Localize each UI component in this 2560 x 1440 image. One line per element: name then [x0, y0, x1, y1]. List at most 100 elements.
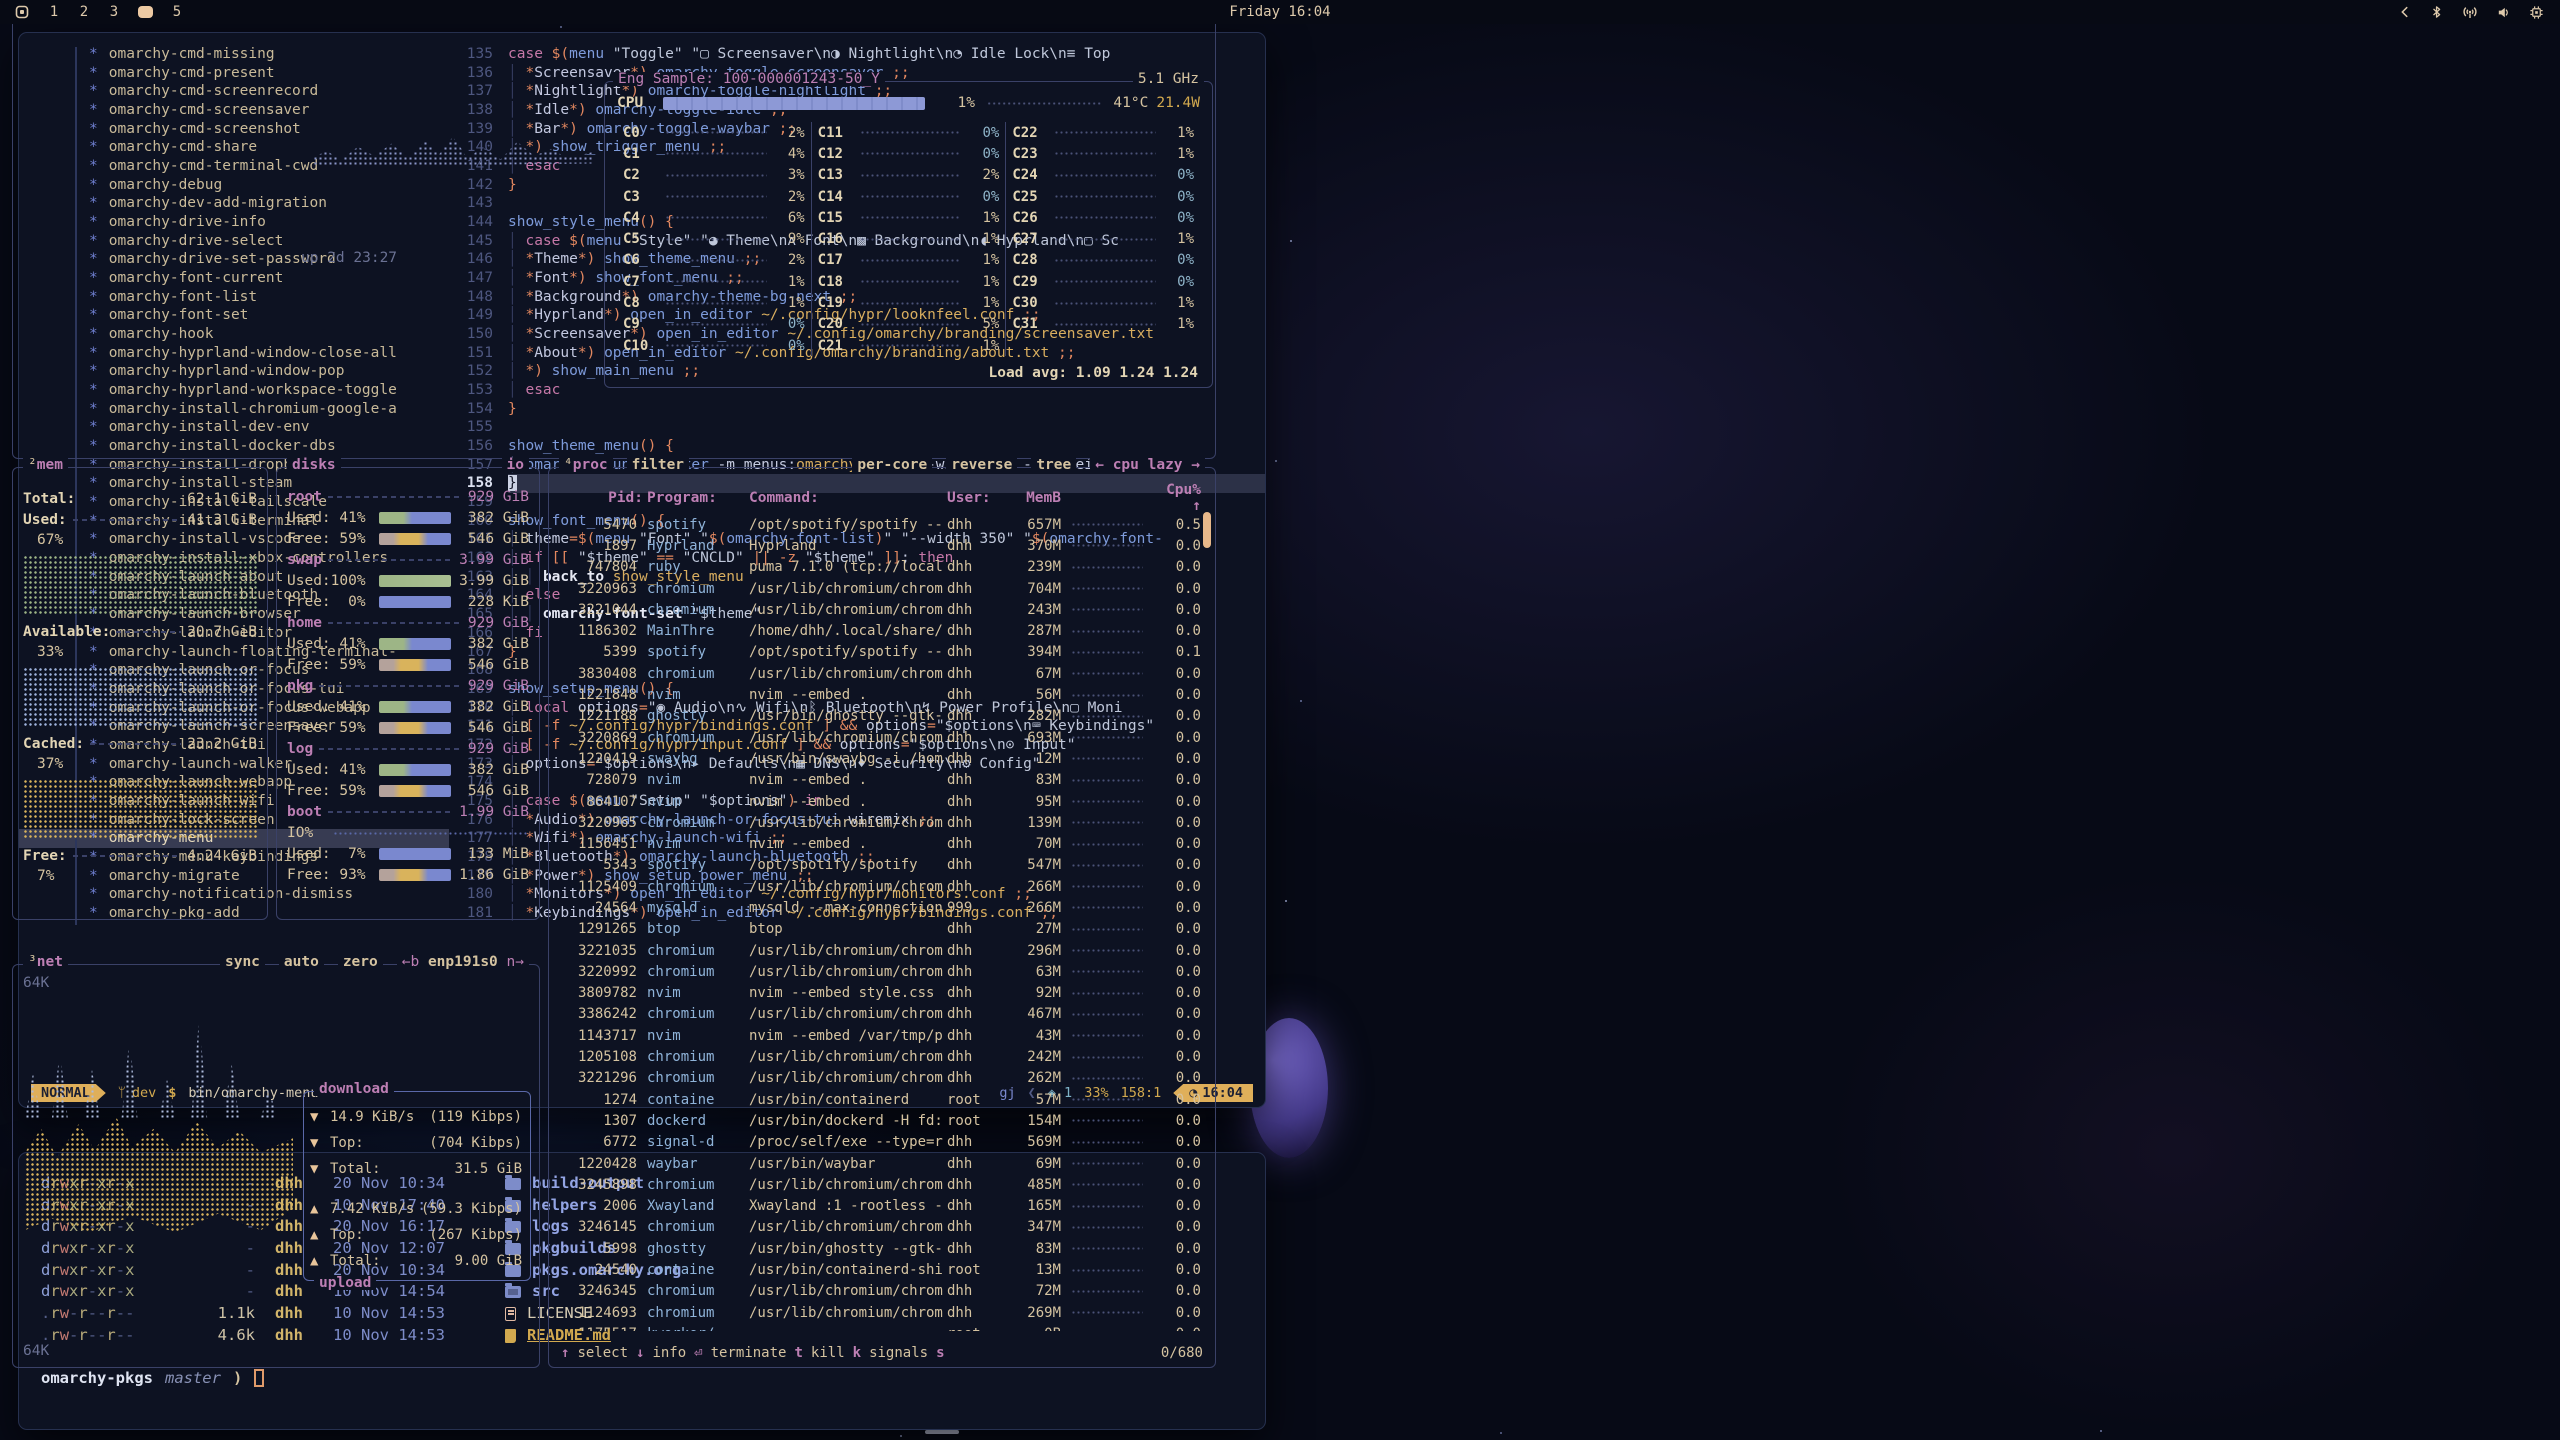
disk-stat-row: Used: 7%133 MiB: [287, 843, 529, 864]
process-row[interactable]: 1125409chromium/usr/lib/chromium/chromdh…: [553, 876, 1201, 897]
process-row[interactable]: 5470spotify/opt/spotify/spotify --dhh657…: [553, 514, 1201, 535]
process-row[interactable]: 3246345chromium/usr/lib/chromium/chromdh…: [553, 1281, 1201, 1302]
process-row[interactable]: 3220963chromium/usr/lib/chromium/chromdh…: [553, 578, 1201, 599]
process-pid: 1221188: [559, 708, 643, 724]
proc-tree-toggle[interactable]: tree: [1031, 458, 1076, 472]
process-row[interactable]: 3245898chromium/usr/lib/chromium/chromdh…: [553, 1174, 1201, 1195]
process-row[interactable]: 3246145chromium/usr/lib/chromium/chromdh…: [553, 1217, 1201, 1238]
disk-stat-value: 546 GiB: [457, 783, 529, 799]
core-graph: [1054, 258, 1156, 263]
process-command: /usr/lib/chromium/chrom: [749, 1219, 947, 1235]
process-table[interactable]: 5470spotify/opt/spotify/spotify --dhh657…: [553, 514, 1201, 1331]
process-scrollbar-thumb[interactable]: [1203, 512, 1211, 548]
process-row[interactable]: 2006XwaylandXwayland :1 -rootless -dhh16…: [553, 1196, 1201, 1217]
process-row[interactable]: 3220965chromium/usr/lib/chromium/chromdh…: [553, 812, 1201, 833]
process-row[interactable]: 5998ghostty/usr/bin/ghostty --gtk-dhh83M…: [553, 1238, 1201, 1259]
io-toggle[interactable]: io: [502, 458, 529, 472]
process-memory: 43M: [999, 1028, 1061, 1044]
process-pid: 3220992: [559, 964, 643, 980]
footer-action[interactable]: kill: [811, 1345, 845, 1361]
process-row[interactable]: 1220419swaybg/usr/bin/swaybg -i /homdhh1…: [553, 748, 1201, 769]
process-row[interactable]: 1274containe/usr/bin/containerdroot57M0.…: [553, 1089, 1201, 1110]
process-row[interactable]: 1220428waybar/usr/bin/waybardhh69M0.0: [553, 1153, 1201, 1174]
process-row[interactable]: 1221188ghostty/usr/bin/ghostty --gtk-dhh…: [553, 706, 1201, 727]
process-row[interactable]: 6772signal-d/proc/self/exe --type=rdhh56…: [553, 1132, 1201, 1153]
footer-key[interactable]: ↓: [636, 1345, 644, 1361]
process-row[interactable]: 3386242chromium/usr/lib/chromium/chromdh…: [553, 1004, 1201, 1025]
process-mem-graph: [1071, 1097, 1143, 1102]
bluetooth-icon[interactable]: [2430, 5, 2444, 19]
chip-icon[interactable]: [2529, 5, 2544, 20]
chevron-left-icon[interactable]: [2398, 5, 2412, 19]
process-row[interactable]: 1307dockerd/usr/bin/dockerd -H fd:root15…: [553, 1110, 1201, 1131]
volume-icon[interactable]: [2496, 5, 2511, 20]
process-row[interactable]: 24540containe/usr/bin/containerd-shiroot…: [553, 1259, 1201, 1280]
net-interface-switcher[interactable]: ←b enp191s0 n→: [397, 955, 529, 969]
prompt-symbol: ): [233, 1369, 242, 1387]
footer-action[interactable]: select: [577, 1345, 628, 1361]
core-row: C171%: [818, 250, 1000, 271]
core-graph: [1054, 279, 1156, 284]
process-row[interactable]: 3221035chromium/usr/lib/chromium/chromdh…: [553, 940, 1201, 961]
process-row[interactable]: 3221296chromium/usr/lib/chromium/chromdh…: [553, 1068, 1201, 1089]
proc-sort-selector[interactable]: ← cpu lazy →: [1090, 458, 1205, 472]
process-row[interactable]: 1897HyprlandHyprlanddhh370M0.0: [553, 535, 1201, 556]
process-row[interactable]: 1186302MainThre/home/dhh/.local/share/dh…: [553, 620, 1201, 641]
tab-proc[interactable]: ⁴proc: [559, 458, 613, 472]
network-icon[interactable]: [2462, 4, 2478, 20]
process-memory: 72M: [999, 1283, 1061, 1299]
net-zero-toggle[interactable]: zero: [338, 955, 383, 969]
process-row[interactable]: 728079nvimnvim --embed .dhh83M0.0: [553, 770, 1201, 791]
footer-action[interactable]: signals: [869, 1345, 928, 1361]
core-graph: [860, 237, 962, 242]
footer-key[interactable]: ↑: [561, 1345, 569, 1361]
process-row[interactable]: 1124693chromium/usr/lib/chromium/chromdh…: [553, 1302, 1201, 1323]
proc-percore-toggle[interactable]: per-core: [852, 458, 932, 472]
process-pid: 5470: [559, 517, 643, 533]
process-program: chromium: [643, 815, 749, 831]
process-memory: 485M: [999, 1177, 1061, 1193]
disk-stat-row: Used:100%3.99 GiB: [287, 570, 529, 591]
footer-action[interactable]: terminate: [711, 1345, 787, 1361]
process-row[interactable]: 5343spotify/opt/spotify/spotifydhh547M0.…: [553, 855, 1201, 876]
clock[interactable]: Friday 16:04: [0, 4, 2560, 20]
process-row[interactable]: 1143717nvimnvim --embed /var/tmp/pdhh43M…: [553, 1025, 1201, 1046]
footer-key[interactable]: s: [936, 1345, 944, 1361]
net-sync-toggle[interactable]: sync: [220, 955, 265, 969]
net-auto-toggle[interactable]: auto: [279, 955, 324, 969]
tab-mem[interactable]: ²mem: [23, 458, 68, 472]
process-memory: 70M: [999, 836, 1061, 852]
process-row[interactable]: 3221044chromium/usr/lib/chromium/chromdh…: [553, 599, 1201, 620]
process-row[interactable]: 3809782nvimnvim --embed style.cssdhh92M0…: [553, 983, 1201, 1004]
process-cpu: 0.0: [1153, 1156, 1201, 1172]
net-stat-label: Top:: [330, 1227, 364, 1243]
process-mem-graph: [1071, 1012, 1143, 1017]
process-cpu: 0.0: [1153, 772, 1201, 788]
process-row[interactable]: 1221848nvimnvim --embed .dhh56M0.0: [553, 684, 1201, 705]
process-row[interactable]: 864107nvimnvim --embed .dhh95M0.0: [553, 791, 1201, 812]
proc-reverse-toggle[interactable]: reverse: [946, 458, 1017, 472]
process-row[interactable]: 1291265btopbtopdhh27M0.0: [553, 919, 1201, 940]
download-arrow-icon: ▼: [310, 1161, 330, 1177]
core-name: C24: [1012, 167, 1048, 183]
process-row[interactable]: 3220992chromium/usr/lib/chromium/chromdh…: [553, 961, 1201, 982]
footer-key[interactable]: t: [794, 1345, 802, 1361]
process-row[interactable]: 5399spotify/opt/spotify/spotify --dhh394…: [553, 642, 1201, 663]
footer-key[interactable]: ⏎: [694, 1345, 702, 1361]
footer-key[interactable]: k: [853, 1345, 861, 1361]
core-name: C10: [623, 338, 659, 354]
process-row[interactable]: 1175517kworker/root0B0.0: [553, 1323, 1201, 1331]
process-row[interactable]: 3830408chromium/usr/lib/chromium/chromdh…: [553, 663, 1201, 684]
cpu-usage-percent: 1%: [933, 95, 975, 111]
process-row[interactable]: 1205108chromium/usr/lib/chromium/chromdh…: [553, 1046, 1201, 1067]
shell-prompt[interactable]: omarchy-pkgs master ): [41, 1369, 1265, 1387]
footer-action[interactable]: info: [652, 1345, 686, 1361]
process-row[interactable]: 747804rubypuma 7.1.0 (tcp://localdhh239M…: [553, 557, 1201, 578]
disk-name: boot: [287, 804, 322, 820]
process-program: nvim: [643, 836, 749, 852]
process-row[interactable]: 1156451nvimnvim --embed .dhh70M0.0: [553, 833, 1201, 854]
proc-filter-button[interactable]: filter: [627, 458, 689, 472]
process-row[interactable]: 24564mysqldmysqld --max-connection999266…: [553, 897, 1201, 918]
process-row[interactable]: 3220869chromium/usr/lib/chromium/chromdh…: [553, 727, 1201, 748]
tab-net[interactable]: ³net: [23, 955, 68, 969]
